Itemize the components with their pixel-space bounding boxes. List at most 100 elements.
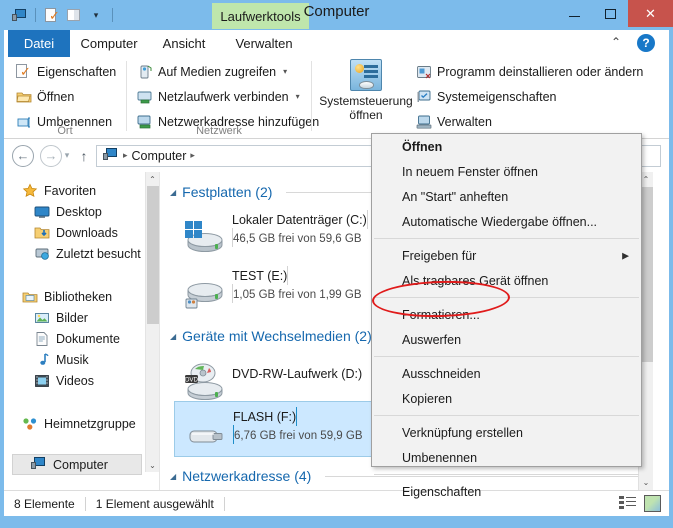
context-menu-item-kopieren[interactable]: Kopieren xyxy=(372,386,641,411)
sidebar-item-musik[interactable]: Musik xyxy=(4,349,159,370)
help-icon[interactable]: ? xyxy=(637,34,655,52)
drive-item-d-name: DVD-RW-Laufwerk (D:) xyxy=(232,367,363,381)
context-menu-item-formatieren[interactable]: Formatieren... xyxy=(372,302,641,327)
system-properties-icon xyxy=(416,89,432,105)
drive-item-c[interactable]: Lokaler Datenträger (C:) 46,5 GB frei vo… xyxy=(174,205,404,261)
context-menu-item-eigenschaften[interactable]: Eigenschaften xyxy=(372,479,641,504)
ribbon-command-oeffnen[interactable]: Öffnen xyxy=(16,86,116,107)
close-button[interactable]: ✕ xyxy=(628,0,673,27)
context-menu-item-an-start-anheften[interactable]: An "Start" anheften xyxy=(372,184,641,209)
folder-pane-icon[interactable] xyxy=(65,6,83,24)
sidebar-item-zuletzt-besucht[interactable]: Zuletzt besucht xyxy=(4,243,159,264)
large-icons-view-button[interactable] xyxy=(644,495,661,512)
context-menu-item-eigenschaften-label: Eigenschaften xyxy=(402,484,482,499)
sidebar-item-bibliotheken[interactable]: Bibliotheken xyxy=(4,286,159,307)
sidebar-item-favoriten-label: Favoriten xyxy=(44,183,97,198)
libraries-icon xyxy=(22,289,38,305)
minimize-button[interactable] xyxy=(556,0,592,27)
status-divider xyxy=(84,496,86,511)
context-menu-separator-3 xyxy=(374,356,639,357)
sidebar-item-downloads-label: Downloads xyxy=(56,225,118,240)
chevron-down-icon[interactable]: ▾ xyxy=(296,92,300,101)
tab-datei[interactable]: Datei xyxy=(8,30,70,57)
navigation-scrollbar-thumb[interactable] xyxy=(147,186,159,324)
scroll-down-arrow-icon[interactable]: ⌄ xyxy=(146,458,159,472)
context-menu-item-freigeben-fuer[interactable]: Freigeben für ▶ xyxy=(372,243,641,268)
collapse-triangle-icon[interactable]: ◢ xyxy=(170,188,176,197)
sidebar-item-bibliotheken-label: Bibliotheken xyxy=(44,289,113,304)
properties-icon[interactable] xyxy=(43,6,61,24)
collapse-triangle-icon[interactable]: ◢ xyxy=(170,472,176,481)
ribbon-tab-strip: Datei Computer Ansicht Verwalten ⌃ ? xyxy=(4,30,669,58)
ribbon-command-programm-deinstallieren[interactable]: Programm deinstallieren oder ändern xyxy=(416,61,643,82)
ribbon-group-ort: Eigenschaften Öffnen Umbenennen Ort xyxy=(4,57,126,139)
maximize-button[interactable] xyxy=(592,0,628,27)
ribbon-command-auf-medien-zugreifen[interactable]: Auf Medien zugreifen ▾ xyxy=(137,61,319,82)
computer-icon[interactable] xyxy=(10,6,28,24)
svg-text:DVD: DVD xyxy=(185,376,199,383)
control-panel-icon xyxy=(350,59,382,91)
drive-item-d[interactable]: DVD DVD-RW-Laufwerk (D:) xyxy=(174,349,404,401)
sidebar-item-zuletzt-besucht-label: Zuletzt besucht xyxy=(56,246,141,261)
open-control-panel-button[interactable]: Systemsteuerung öffnen xyxy=(316,59,416,122)
navigation-scrollbar[interactable]: ⌃ ⌄ xyxy=(145,172,159,472)
scroll-up-arrow-icon[interactable]: ⌃ xyxy=(146,172,159,186)
ribbon-command-verwalten[interactable]: Verwalten xyxy=(416,111,643,132)
sidebar-item-videos[interactable]: Videos xyxy=(4,370,159,391)
usb-drive-icon xyxy=(183,416,227,452)
context-menu-item-kopieren-label: Kopieren xyxy=(402,391,453,406)
sidebar-item-computer-label: Computer xyxy=(53,457,108,472)
drive-item-c-free: 46,5 GB frei von 59,6 GB xyxy=(233,233,362,245)
sidebar-item-downloads[interactable]: Downloads xyxy=(4,222,159,243)
chevron-down-icon[interactable]: ▾ xyxy=(283,67,287,76)
sidebar-item-dokumente[interactable]: Dokumente xyxy=(4,328,159,349)
sidebar-item-desktop[interactable]: Desktop xyxy=(4,201,159,222)
recent-locations-button[interactable]: ▾ xyxy=(62,150,72,161)
back-button[interactable]: ← xyxy=(12,144,34,167)
tab-verwalten[interactable]: Verwalten xyxy=(220,30,308,57)
context-menu-item-umbenennen[interactable]: Umbenennen xyxy=(372,445,641,470)
uninstall-icon xyxy=(416,64,432,80)
context-menu-item-in-neuem-fenster-oeffnen[interactable]: In neuem Fenster öffnen xyxy=(372,159,641,184)
context-menu: Öffnen In neuem Fenster öffnen An "Start… xyxy=(371,133,642,499)
up-button[interactable]: ↑ xyxy=(72,148,96,164)
sidebar-item-heimnetzgruppe[interactable]: Heimnetzgruppe xyxy=(4,413,159,434)
ribbon-command-netzlaufwerk-verbinden[interactable]: Netzlaufwerk verbinden ▾ xyxy=(137,86,319,107)
ribbon-group-netzwerk-label: Netzwerk xyxy=(196,125,242,137)
tab-computer[interactable]: Computer xyxy=(70,30,148,57)
properties-icon xyxy=(16,64,32,80)
drive-item-c-name: Lokaler Datenträger (C:) xyxy=(232,213,367,227)
forward-button[interactable]: → xyxy=(40,144,62,167)
drive-item-e-free: 1,05 GB frei von 1,99 GB xyxy=(233,289,362,301)
context-menu-item-oeffnen[interactable]: Öffnen xyxy=(372,134,641,159)
collapse-triangle-icon[interactable]: ◢ xyxy=(170,332,176,341)
ribbon-group-ort-label: Ort xyxy=(57,125,73,137)
chevron-up-icon[interactable]: ⌃ xyxy=(611,35,621,49)
chevron-down-icon[interactable]: ▾ xyxy=(87,6,105,24)
sidebar-item-favoriten[interactable]: Favoriten xyxy=(4,180,159,201)
context-menu-item-verknuepfung-erstellen-label: Verknüpfung erstellen xyxy=(402,425,523,440)
context-menu-item-ausschneiden[interactable]: Ausschneiden xyxy=(372,361,641,386)
tab-ansicht[interactable]: Ansicht xyxy=(148,30,220,57)
manage-icon xyxy=(416,114,432,130)
drive-item-f[interactable]: FLASH (F:) 6,76 GB frei von 59,9 GB xyxy=(174,401,404,457)
breadcrumb-separator-1[interactable]: ▸ xyxy=(190,150,195,161)
computer-icon xyxy=(31,457,47,473)
context-menu-item-auswerfen[interactable]: Auswerfen xyxy=(372,327,641,352)
sidebar-item-dokumente-label: Dokumente xyxy=(56,331,120,346)
sidebar-item-computer[interactable]: Computer xyxy=(12,454,142,475)
status-selection: 1 Element ausgewählt xyxy=(95,496,214,511)
scroll-down-arrow-icon[interactable]: ⌄ xyxy=(639,475,653,490)
ribbon-command-systemeigenschaften[interactable]: Systemeigenschaften xyxy=(416,86,643,107)
sidebar-item-bilder-label: Bilder xyxy=(56,310,88,325)
context-menu-item-verknuepfung-erstellen[interactable]: Verknüpfung erstellen xyxy=(372,420,641,445)
sidebar-item-bilder[interactable]: Bilder xyxy=(4,307,159,328)
hard-drive-icon xyxy=(182,275,226,311)
breadcrumb-item-computer[interactable]: Computer xyxy=(132,149,187,163)
context-menu-item-automatische-wiedergabe[interactable]: Automatische Wiedergabe öffnen... xyxy=(372,209,641,234)
context-menu-item-als-tragbares-geraet[interactable]: Als tragbares Gerät öffnen xyxy=(372,268,641,293)
context-menu-item-automatische-wiedergabe-label: Automatische Wiedergabe öffnen... xyxy=(402,214,598,229)
drive-item-e[interactable]: TEST (E:) 1,05 GB frei von 1,99 GB xyxy=(174,261,404,317)
context-menu-item-an-start-anheften-label: An "Start" anheften xyxy=(402,189,509,204)
ribbon-command-eigenschaften[interactable]: Eigenschaften xyxy=(16,61,116,82)
